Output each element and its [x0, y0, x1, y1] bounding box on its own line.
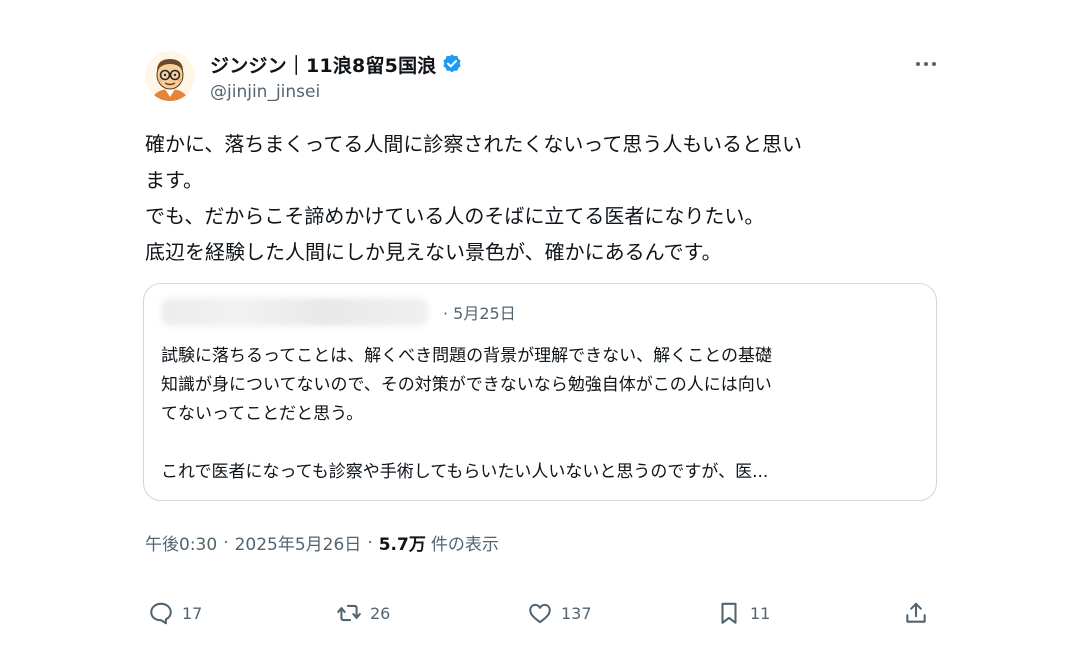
- action-bar: 17 26 137 11: [0, 596, 1080, 632]
- quoted-text-line: 知識が身についてないので、その対策ができないなら勉強自体がこの人には向い: [161, 375, 772, 395]
- verified-badge-icon: [441, 53, 463, 75]
- quoted-text-blank-line: [161, 429, 926, 458]
- reply-count: 17: [182, 603, 203, 623]
- quoted-tweet-card[interactable]: · 5月25日 試験に落ちるってことは、解くべき問題の背景が理解できない、解くこ…: [143, 283, 937, 501]
- avatar[interactable]: [145, 51, 195, 101]
- views-label: 件の表示: [430, 535, 499, 555]
- bookmark-button[interactable]: 11: [716, 596, 770, 630]
- tweet-text-line: でも、だからこそ諦めかけている人のそばに立てる医者になりたい。: [145, 204, 765, 228]
- quoted-tweet-text: 試験に落ちるってことは、解くべき問題の背景が理解できない、解くことの基礎 知識が…: [161, 342, 926, 487]
- share-icon: [906, 602, 926, 623]
- share-button[interactable]: [903, 596, 929, 630]
- tweet-date[interactable]: 2025年5月26日: [235, 530, 362, 555]
- like-count: 137: [561, 603, 592, 623]
- meta-separator: ·: [223, 532, 229, 553]
- quoted-text-line: てないってことだと思う。: [161, 404, 364, 424]
- bookmark-count: 11: [750, 603, 771, 623]
- tweet-text: 確かに、落ちまくってる人間に診察されたくないって思う人もいると思い ます。 でも…: [145, 126, 945, 270]
- tweet-text-line: 確かに、落ちまくってる人間に診察されたくないって思う人もいると思い: [145, 132, 802, 156]
- more-horizontal-icon[interactable]: [912, 52, 940, 76]
- retweet-icon: [337, 604, 361, 622]
- tweet-text-line: 底辺を経験した人間にしか見えない景色が、確かにあるんです。: [145, 240, 722, 264]
- quoted-text-line: 試験に落ちるってことは、解くべき問題の背景が理解できない、解くことの基礎: [161, 346, 772, 366]
- bookmark-icon: [721, 602, 737, 624]
- quoted-tweet-date: · 5月25日: [443, 304, 516, 323]
- tweet-time[interactable]: 午後0:30: [145, 530, 217, 555]
- tweet-text-line: ます。: [145, 168, 203, 192]
- like-button[interactable]: 137: [527, 596, 592, 630]
- retweet-button[interactable]: 26: [336, 596, 390, 630]
- retweet-count: 26: [370, 603, 391, 623]
- quoted-text-line: これで医者になっても診察や手術してもらいたい人いないと思うのですが、医...: [161, 462, 769, 482]
- reply-icon: [150, 602, 172, 625]
- meta-separator: ·: [367, 532, 373, 553]
- quoted-tweet-header: · 5月25日: [161, 298, 516, 326]
- author-display-name[interactable]: ジンジン｜11浪8留5国浪: [210, 51, 436, 78]
- heart-icon: [529, 603, 551, 624]
- author-name-row[interactable]: ジンジン｜11浪8留5国浪: [210, 50, 463, 78]
- cartoon-man-glasses-avatar-icon: [145, 51, 195, 101]
- views-count: 5.7万: [378, 535, 426, 555]
- author-handle[interactable]: @jinjin_jinsei: [210, 82, 320, 102]
- blurred-quoted-author: [161, 298, 429, 326]
- tweet-meta: 午後0:30 · 2025年5月26日 · 5.7万 件の表示: [145, 530, 499, 556]
- reply-button[interactable]: 17: [148, 596, 202, 630]
